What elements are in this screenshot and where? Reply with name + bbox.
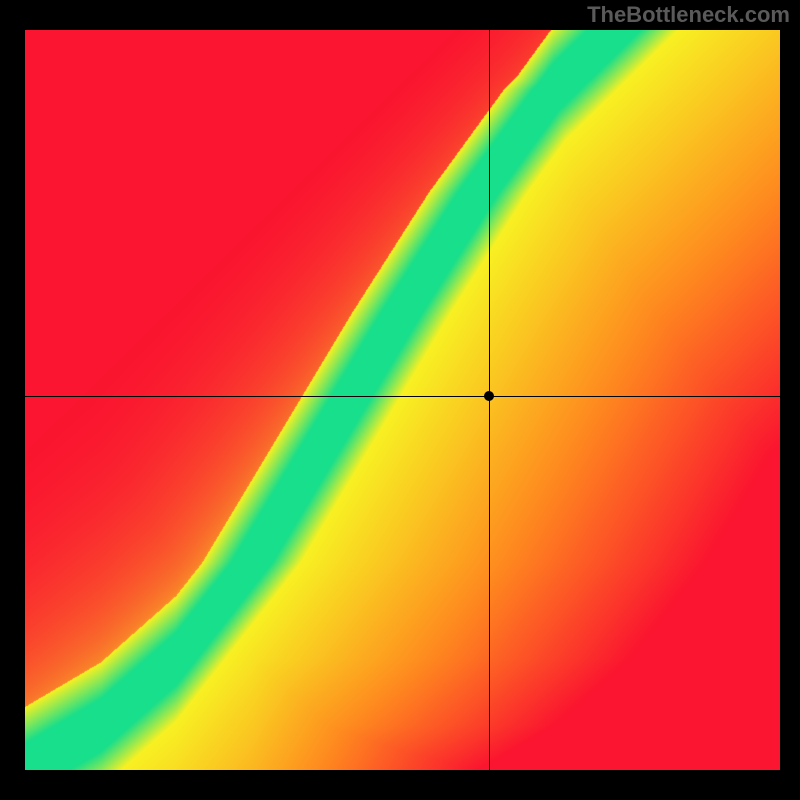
marker-dot bbox=[484, 391, 494, 401]
crosshair-horizontal bbox=[25, 396, 780, 397]
heatmap-plot bbox=[25, 30, 780, 770]
heatmap-canvas bbox=[25, 30, 780, 770]
watermark-text: TheBottleneck.com bbox=[587, 2, 790, 28]
